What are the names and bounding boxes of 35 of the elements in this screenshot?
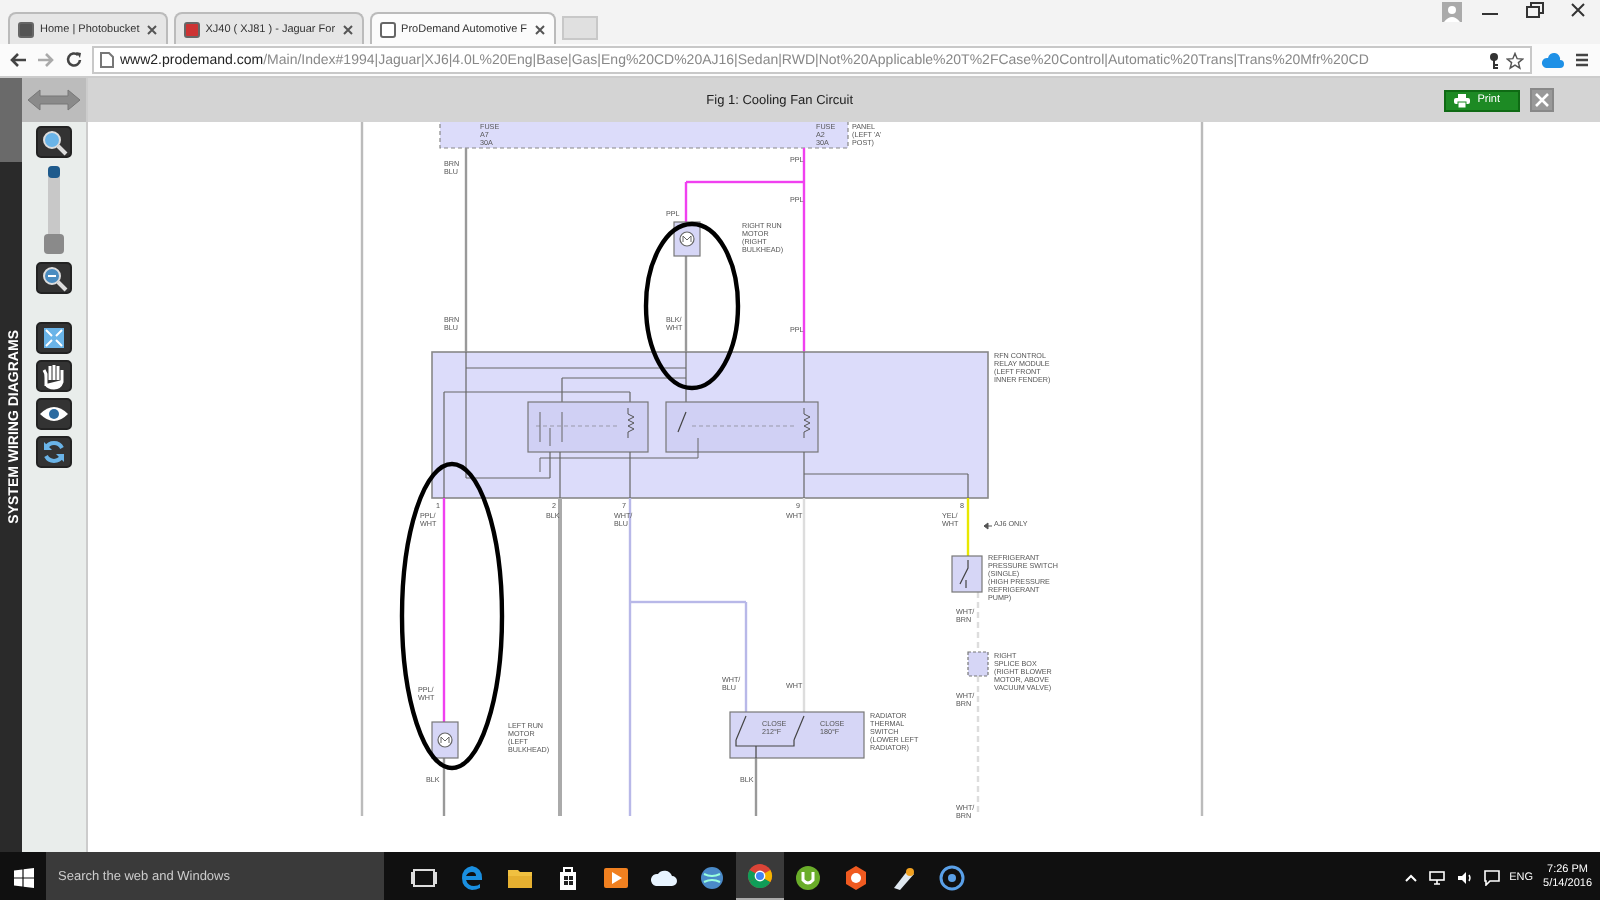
- page-icon: [379, 21, 396, 37]
- key-icon[interactable]: [1488, 51, 1500, 69]
- close-tab-icon[interactable]: [533, 23, 546, 35]
- printer-icon: [1453, 93, 1470, 107]
- close-tab-icon[interactable]: [145, 23, 158, 35]
- back-icon[interactable]: [8, 50, 28, 70]
- windows-icon[interactable]: [13, 867, 33, 887]
- page-icon: [100, 52, 114, 68]
- fit-icon[interactable]: [35, 322, 72, 354]
- sidebar-header: [0, 78, 22, 162]
- menu-icon[interactable]: [1572, 50, 1592, 70]
- network-icon[interactable]: [1427, 869, 1446, 885]
- star-icon[interactable]: [1506, 51, 1524, 69]
- hand-icon[interactable]: [35, 360, 72, 392]
- thermal-switch-symbol: [729, 711, 865, 759]
- arrow-icon: [983, 522, 993, 530]
- zoom-in-icon[interactable]: [35, 126, 72, 158]
- switch-symbol: [951, 555, 983, 593]
- zoom-slider[interactable]: [47, 166, 60, 254]
- slider-thumb[interactable]: [43, 234, 64, 254]
- volume-icon[interactable]: [1455, 869, 1474, 885]
- chrome-icon[interactable]: [736, 852, 784, 900]
- refresh-icon[interactable]: [35, 436, 72, 468]
- motor-symbol: [431, 721, 459, 759]
- chevron-up-icon[interactable]: [1403, 871, 1418, 883]
- zoom-out-icon[interactable]: [35, 262, 72, 294]
- close-tab-icon[interactable]: [341, 23, 354, 35]
- wire: [976, 676, 980, 816]
- reload-icon[interactable]: [64, 50, 84, 70]
- page-icon: [18, 21, 34, 37]
- page-icon: [183, 21, 200, 37]
- splice-box: [967, 651, 989, 677]
- wire: [976, 592, 980, 652]
- notification-icon[interactable]: [1483, 869, 1500, 885]
- eye-icon[interactable]: [35, 398, 72, 430]
